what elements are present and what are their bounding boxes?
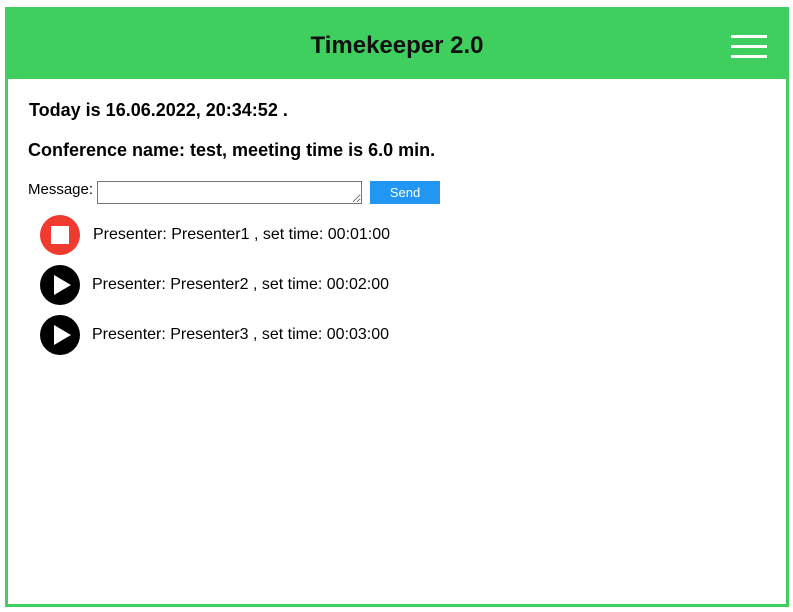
message-label: Message: (28, 181, 94, 198)
message-input[interactable] (97, 181, 362, 204)
stop-icon (51, 226, 69, 244)
app-frame: Timekeeper 2.0 Today is 16.06.2022, 20:3… (5, 7, 789, 607)
presenter-row-2: Presenter: Presenter2 , set time: 00:02:… (40, 265, 540, 305)
presenter-label: Presenter: Presenter1 , set time: 00:01:… (93, 226, 391, 243)
play-button[interactable] (40, 315, 80, 355)
stop-button[interactable] (40, 215, 80, 255)
play-icon (54, 275, 71, 295)
send-button[interactable]: Send (370, 181, 440, 204)
presenter-row-1: Presenter: Presenter1 , set time: 00:01:… (40, 215, 540, 255)
app-title: Timekeeper 2.0 (310, 32, 484, 59)
hamburger-menu-icon[interactable] (731, 35, 769, 61)
presenter-row-3: Presenter: Presenter3 , set time: 00:03:… (40, 315, 540, 355)
conference-info: Conference name: test, meeting time is 6… (28, 140, 436, 160)
menu-bar-top (731, 35, 767, 38)
presenter-label: Presenter: Presenter2 , set time: 00:02:… (92, 276, 390, 293)
current-datetime: Today is 16.06.2022, 20:34:52 . (29, 100, 288, 120)
play-icon (54, 325, 71, 345)
play-button[interactable] (40, 265, 80, 305)
header-bar: Timekeeper 2.0 (8, 10, 786, 79)
menu-bar-bottom (731, 55, 767, 58)
presenter-label: Presenter: Presenter3 , set time: 00:03:… (92, 326, 390, 343)
menu-bar-middle (731, 45, 767, 48)
